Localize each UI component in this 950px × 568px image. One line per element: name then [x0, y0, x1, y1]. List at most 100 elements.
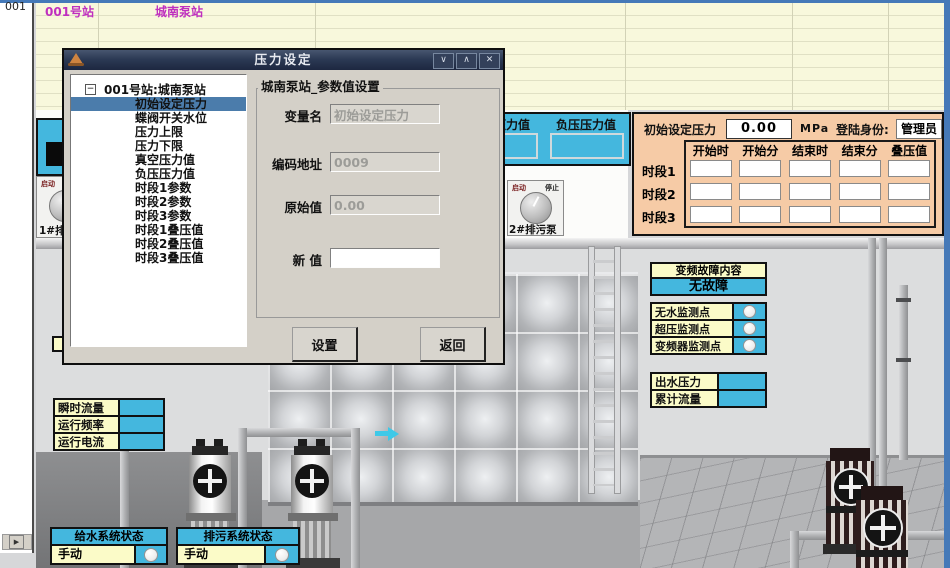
tree-expander-icon[interactable]: − — [85, 84, 96, 95]
time-table-cell[interactable] — [888, 160, 930, 177]
tree-item[interactable]: 时段3叠压值 — [71, 251, 246, 265]
var-name-field[interactable] — [330, 104, 440, 124]
indicator-light — [743, 305, 756, 318]
status-title: 给水系统状态 — [52, 529, 166, 546]
tree-item[interactable]: 时段1叠压值 — [71, 223, 246, 237]
tree-item[interactable]: 时段1参数 — [71, 181, 246, 195]
horizontal-scrollbar[interactable]: ▶ — [2, 534, 32, 550]
time-table-cell[interactable] — [739, 160, 781, 177]
pipe-flange — [896, 298, 911, 302]
time-table-cell[interactable] — [789, 160, 831, 177]
right-frame-border — [944, 0, 950, 568]
pipe — [238, 428, 360, 437]
time-table-cell[interactable] — [789, 183, 831, 200]
output-metrics: 出水压力 累计流量 — [650, 372, 767, 408]
negative-pressure-label: 负压压力值 — [543, 116, 629, 133]
metric-value — [120, 434, 163, 449]
time-table-cell[interactable] — [739, 183, 781, 200]
login-label: 登陆身份: — [836, 121, 889, 138]
col-header: 叠压值 — [884, 142, 934, 157]
period2-label: 时段2 — [642, 184, 676, 203]
metric-label: 累计流量 — [652, 391, 719, 406]
login-identity: 管理员 — [896, 119, 942, 139]
time-table-cell[interactable] — [888, 206, 930, 223]
pipe — [790, 531, 799, 568]
time-table-cell[interactable] — [888, 183, 930, 200]
indicator-light — [144, 548, 158, 562]
tree-item[interactable]: 负压压力值 — [71, 167, 246, 181]
pump2-control-panel: 启动 停止 2#排污泵 — [507, 180, 564, 236]
time-table-cell[interactable] — [690, 160, 732, 177]
time-table-cell[interactable] — [739, 206, 781, 223]
tree-item[interactable]: 时段2参数 — [71, 195, 246, 209]
monitor-light-cell — [734, 304, 765, 319]
metric-value — [120, 417, 163, 432]
station-id: 001号站 — [45, 3, 94, 20]
set-button[interactable]: 设置 — [292, 327, 358, 362]
new-value-field[interactable] — [330, 248, 440, 268]
period3-label: 时段3 — [642, 207, 676, 226]
pump2-mode-knob[interactable] — [520, 192, 552, 224]
mode-label: 手动 — [52, 546, 136, 563]
time-table-cell[interactable] — [690, 206, 732, 223]
tree-root[interactable]: 001号站:城南泵站 — [104, 81, 206, 98]
station-list-item[interactable]: 001 — [5, 0, 32, 13]
parameter-tree: − 001号站:城南泵站 初始设定压力 蝶阀开关水位 压力上限 压力下限 真空压… — [70, 74, 247, 347]
vfd-fault-panel: 变频故障内容 无故障 — [650, 262, 767, 296]
orig-value-label: 原始值 — [258, 197, 322, 216]
unit-label: MPa — [800, 122, 829, 135]
grid-line — [792, 3, 793, 110]
pump-metrics: 瞬时流量 运行频率 运行电流 — [53, 398, 165, 451]
booster-pump-illustration-2 — [856, 486, 908, 568]
metric-label: 运行频率 — [55, 417, 120, 432]
tree-item[interactable]: 初始设定压力 — [71, 97, 246, 111]
start-label: 启动 — [41, 179, 55, 189]
new-value-label: 新 值 — [258, 250, 322, 269]
minimize-button[interactable]: ∨ — [433, 53, 454, 69]
tree-item[interactable]: 蝶阀开关水位 — [71, 111, 246, 125]
metric-label: 瞬时流量 — [55, 400, 120, 415]
grid-line — [625, 3, 626, 110]
fault-status: 无故障 — [650, 277, 767, 296]
tree-item[interactable]: 真空压力值 — [71, 153, 246, 167]
close-button[interactable]: ✕ — [479, 53, 500, 69]
metric-label: 出水压力 — [652, 374, 719, 389]
init-pressure-value[interactable]: 0.00 — [726, 119, 792, 139]
back-button[interactable]: 返回 — [420, 327, 486, 362]
time-table-cell[interactable] — [789, 206, 831, 223]
time-table-cell[interactable] — [839, 183, 881, 200]
mode-light-cell — [136, 546, 166, 563]
monitor-light-cell — [734, 321, 765, 336]
code-addr-field[interactable] — [330, 152, 440, 172]
pipe — [899, 285, 908, 460]
time-table-cell[interactable] — [839, 160, 881, 177]
monitor-label: 变频器监测点 — [652, 338, 734, 353]
orig-value-field[interactable] — [330, 195, 440, 215]
time-table-cell[interactable] — [690, 183, 732, 200]
monitor-label: 超压监测点 — [652, 321, 734, 336]
station-listbox[interactable]: 001 ▶ — [0, 3, 34, 553]
dialog-titlebar[interactable]: 压力设定 ∨ ∧ ✕ — [64, 50, 503, 70]
var-name-label: 变量名 — [258, 106, 322, 125]
indicator-light — [743, 339, 756, 352]
tree-item[interactable]: 压力上限 — [71, 125, 246, 139]
monitor-label: 无水监测点 — [652, 304, 734, 319]
metric-value — [719, 391, 765, 406]
maximize-button[interactable]: ∧ — [456, 53, 477, 69]
code-addr-label: 编码地址 — [258, 154, 322, 173]
metric-value — [120, 400, 163, 415]
pipe — [351, 428, 360, 568]
tree-item[interactable]: 压力下限 — [71, 139, 246, 153]
tree-item[interactable]: 时段2叠压值 — [71, 237, 246, 251]
scroll-right-button[interactable]: ▶ — [9, 535, 24, 549]
grid-line — [888, 3, 889, 110]
col-header: 结束分 — [835, 142, 885, 157]
metric-value — [719, 374, 765, 389]
indicator-light — [275, 548, 289, 562]
parameter-panel: 初始设定压力 0.00 MPa 登陆身份: 管理员 时段1 时段2 时段3 开始… — [632, 112, 944, 236]
time-table-cell[interactable] — [839, 206, 881, 223]
tree-item[interactable]: 时段3参数 — [71, 209, 246, 223]
station-row[interactable]: 001号站 城南泵站 — [36, 3, 944, 17]
negative-pressure-value — [550, 133, 624, 159]
monitor-light-cell — [734, 338, 765, 353]
